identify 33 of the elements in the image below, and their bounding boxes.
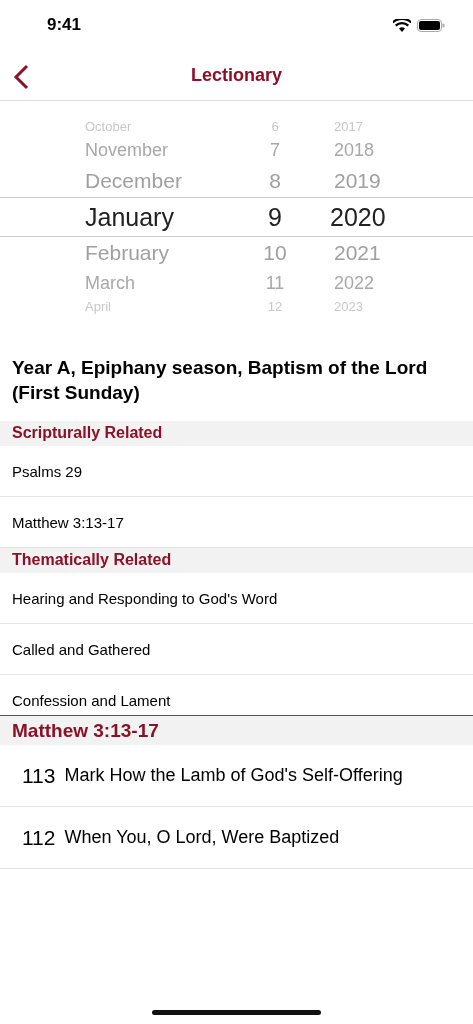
picker-day[interactable]: 9 xyxy=(220,202,330,232)
nav-title: Lectionary xyxy=(191,64,282,86)
list-item[interactable]: Psalms 29 xyxy=(0,446,473,498)
hymn-row[interactable]: 112 When You, O Lord, Were Baptized xyxy=(0,807,473,870)
picker-day[interactable]: 8 xyxy=(220,169,330,193)
picker-month[interactable]: February xyxy=(85,241,220,265)
picker-year[interactable]: 2018 xyxy=(330,139,473,161)
picker-year[interactable]: 2022 xyxy=(330,272,473,294)
picker-day[interactable]: 11 xyxy=(220,272,330,294)
section-header: Matthew 3:13-17 xyxy=(0,716,473,746)
lectionary-heading: Year A, Epiphany season, Baptism of the Lord (First Sunday) xyxy=(11,356,429,405)
picker-day[interactable]: 7 xyxy=(220,139,330,161)
picker-month[interactable]: November xyxy=(85,139,220,161)
list-item[interactable]: Hearing and Responding to God's Word xyxy=(0,573,473,625)
hymn-number: 112 xyxy=(22,825,56,850)
picker-day[interactable]: 10 xyxy=(220,241,330,265)
hymn-number: 113 xyxy=(22,763,56,788)
picker-month[interactable]: December xyxy=(85,169,220,193)
picker-month[interactable]: January xyxy=(85,202,220,232)
section-header: Scripturally Related xyxy=(0,421,473,447)
back-icon[interactable] xyxy=(12,64,30,90)
picker-year[interactable]: 2019 xyxy=(330,169,473,193)
picker-year[interactable]: 2021 xyxy=(330,241,473,265)
wifi-icon xyxy=(393,18,411,32)
picker-month[interactable]: March xyxy=(85,272,220,294)
hymn-row[interactable]: 113 Mark How the Lamb of God's Self-Offering xyxy=(0,745,473,808)
status-time: 9:41 xyxy=(47,15,82,35)
hymn-title: Mark How the Lamb of God's Self-Offering xyxy=(64,765,403,787)
list-item[interactable]: Called and Gathered xyxy=(0,624,473,676)
section-header: Thematically Related xyxy=(0,548,473,574)
battery-icon xyxy=(417,18,445,32)
picker-year[interactable]: 2020 xyxy=(330,202,473,232)
hymn-title: When You, O Lord, Were Baptized xyxy=(64,827,340,849)
